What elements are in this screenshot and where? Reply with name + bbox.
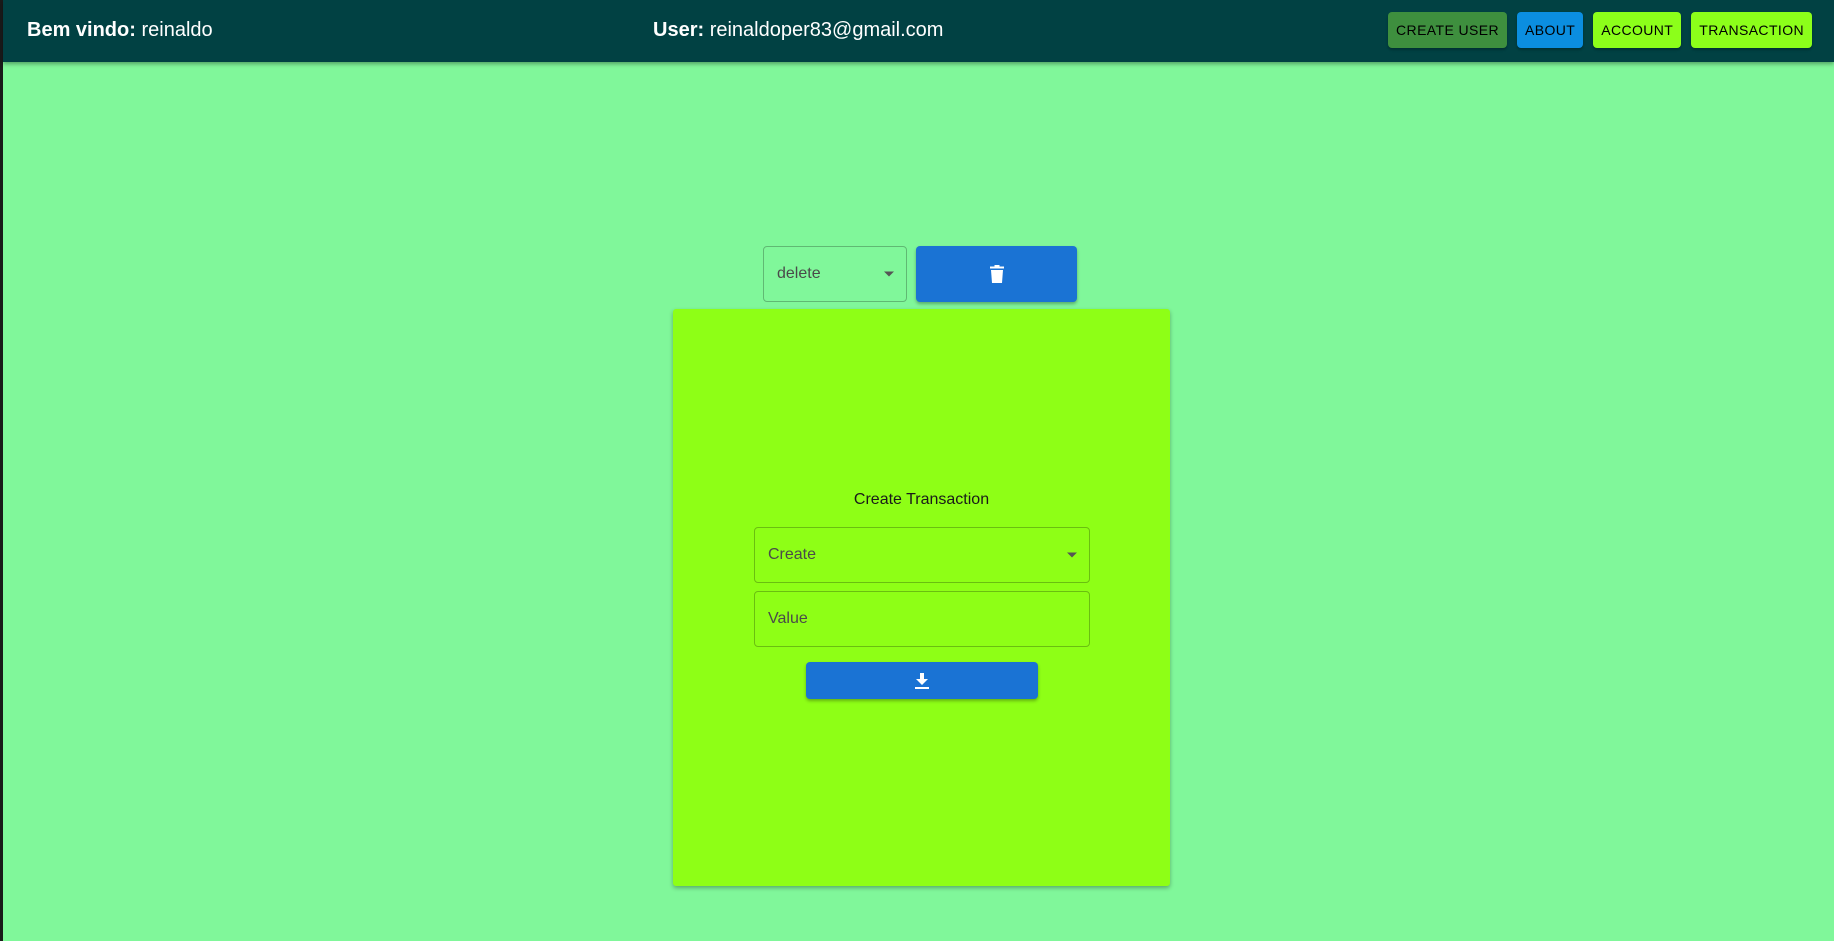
transaction-button[interactable]: TRANSACTION bbox=[1691, 12, 1812, 48]
dropdown-arrow-icon bbox=[884, 271, 894, 277]
delete-controls: delete bbox=[763, 246, 1077, 302]
create-user-button[interactable]: CREATE USER bbox=[1388, 12, 1507, 48]
nav-buttons: CREATE USER ABOUT ACCOUNT TRANSACTION bbox=[1388, 12, 1812, 48]
welcome-text: Bem vindo: reinaldo bbox=[27, 19, 213, 42]
trash-icon bbox=[989, 265, 1004, 283]
about-button[interactable]: ABOUT bbox=[1516, 12, 1584, 48]
transaction-type-value: Create bbox=[768, 546, 817, 563]
value-input[interactable] bbox=[754, 591, 1090, 647]
submit-transaction-button[interactable] bbox=[806, 662, 1038, 699]
user-email: reinaldoper83@gmail.com bbox=[709, 19, 944, 41]
welcome-label: Bem vindo: bbox=[27, 19, 136, 41]
card-title: Create Transaction bbox=[853, 491, 990, 508]
delete-select[interactable]: delete bbox=[763, 246, 907, 302]
user-label: User: bbox=[653, 19, 705, 41]
transaction-card: Create Transaction Create bbox=[673, 309, 1170, 886]
top-app-bar: Bem vindo: reinaldo User: reinaldoper83@… bbox=[3, 0, 1834, 62]
account-button[interactable]: ACCOUNT bbox=[1593, 12, 1682, 48]
delete-button[interactable] bbox=[916, 246, 1077, 302]
delete-select-value: delete bbox=[777, 265, 821, 282]
transaction-type-select[interactable]: Create bbox=[754, 527, 1090, 583]
download-icon bbox=[915, 672, 929, 689]
dropdown-arrow-icon bbox=[1067, 552, 1077, 558]
user-info: User: reinaldoper83@gmail.com bbox=[653, 19, 943, 42]
welcome-name: reinaldo bbox=[141, 19, 213, 41]
